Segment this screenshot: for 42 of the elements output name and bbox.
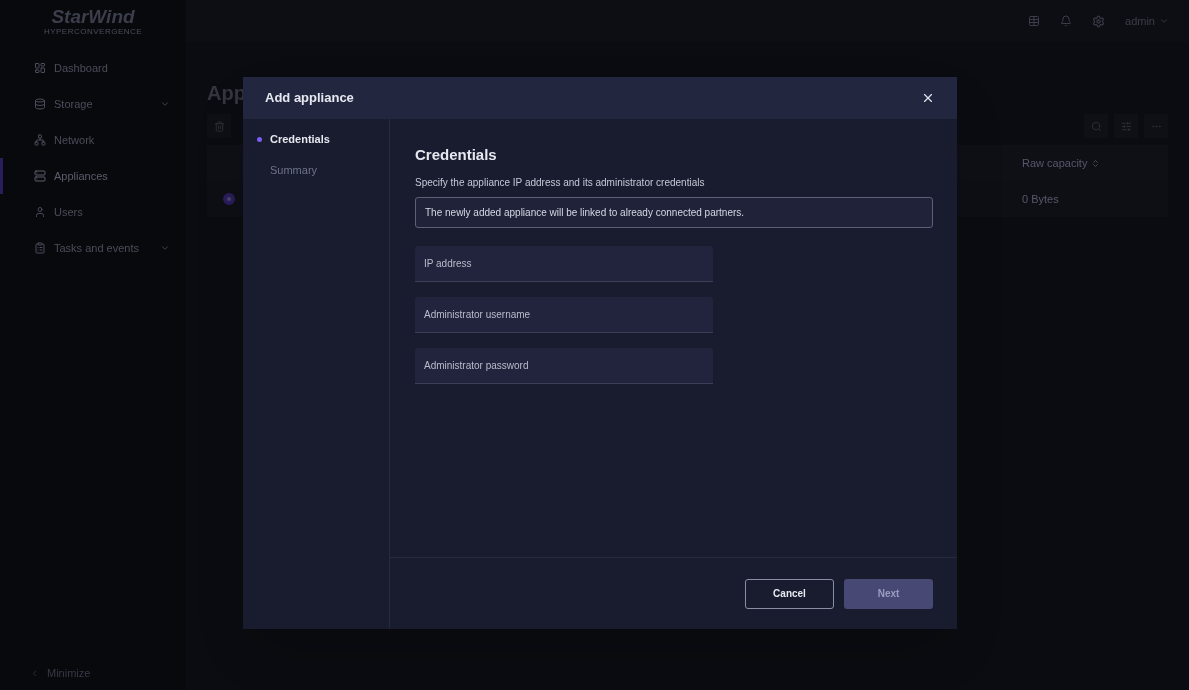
nav-icon — [34, 170, 46, 182]
input-field[interactable]: Administrator password — [415, 347, 713, 384]
search-button[interactable] — [1084, 114, 1108, 138]
table-icon[interactable] — [1028, 15, 1041, 27]
sidebar-item[interactable]: Storage — [0, 86, 186, 122]
table-cell-text: 0 Bytes — [1022, 191, 1060, 207]
sidebar-item[interactable]: Appliances — [0, 158, 186, 194]
bell-icon[interactable] — [1060, 15, 1073, 27]
caret-icon — [1159, 16, 1169, 26]
nav-icon — [34, 134, 46, 146]
close-icon[interactable] — [921, 91, 935, 105]
column-header[interactable]: Raw capacity — [1022, 154, 1122, 172]
input-field[interactable]: Administrator username — [415, 296, 713, 333]
filter-button[interactable] — [1114, 114, 1138, 138]
section-description: Specify the appliance IP address and its administrator credentials — [415, 175, 706, 190]
input-field[interactable]: IP address — [415, 245, 713, 282]
logo-tagline: HYPERCONVERGENCE — [43, 26, 143, 36]
logo-wordmark: StarWind — [51, 6, 135, 27]
trash-icon — [213, 120, 225, 132]
step-item[interactable]: Credentials — [243, 131, 389, 148]
cancel-button[interactable]: Cancel — [745, 578, 834, 609]
info-notice: The newly added appliance will be linked to already connected partners. — [415, 196, 933, 228]
step-item[interactable]: Summary — [243, 161, 389, 178]
more-button[interactable] — [1144, 114, 1168, 138]
sidebar-item[interactable]: Users — [0, 194, 186, 230]
sidebar-item[interactable]: Dashboard — [0, 50, 186, 86]
radio-button[interactable] — [223, 193, 235, 205]
nav-icon — [34, 206, 46, 218]
minimize-button[interactable]: Minimize — [0, 660, 186, 686]
delete-button[interactable] — [207, 114, 231, 138]
sort-icon — [1091, 158, 1101, 168]
nav-icon — [34, 242, 46, 254]
sidebar-item[interactable]: Tasks and events — [0, 230, 186, 266]
settings-icon[interactable] — [1092, 14, 1106, 28]
caret-icon — [30, 668, 39, 678]
dialog-title: Add appliance — [265, 89, 354, 108]
sidebar-item[interactable]: Network — [0, 122, 186, 158]
section-heading: Credentials — [415, 145, 498, 165]
search-icon — [1090, 120, 1102, 132]
nav-icon — [34, 62, 46, 74]
nav-icon — [34, 98, 46, 110]
sliders-icon — [1120, 120, 1132, 132]
